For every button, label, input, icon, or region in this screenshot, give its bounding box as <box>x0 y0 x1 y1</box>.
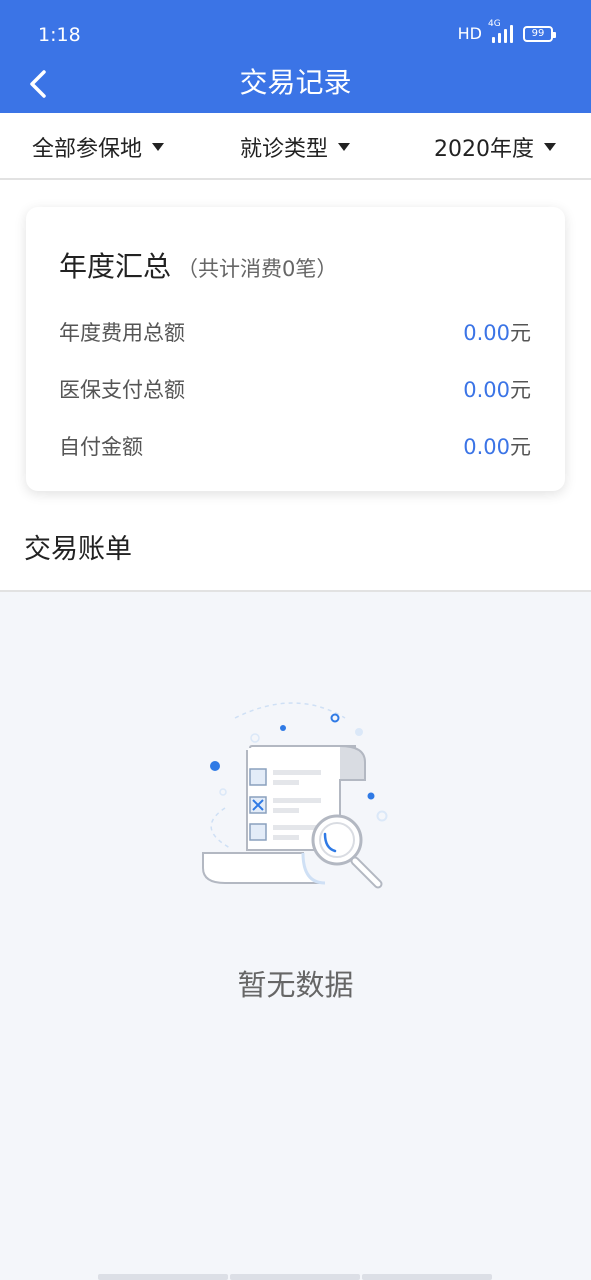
battery-icon: 99 <box>523 25 556 42</box>
empty-state-text: 暂无数据 <box>237 968 354 1002</box>
unit: 元 <box>510 378 531 402</box>
bills-section-title: 交易账单 <box>24 534 132 565</box>
amount: 0.00 <box>463 435 510 459</box>
row-label: 医保支付总额 <box>59 378 185 402</box>
filter-year[interactable]: 2020年度 <box>434 131 556 163</box>
status-bar: 1:18 HD 4G 99 <box>0 0 591 64</box>
signal-icon: 4G <box>488 19 513 43</box>
row-label: 自付金额 <box>59 435 143 459</box>
row-value: 0.00元 <box>463 317 531 347</box>
bottom-handle <box>230 1274 360 1280</box>
summary-row-total-cost: 年度费用总额 0.00元 <box>59 317 531 347</box>
caret-down-icon <box>338 143 351 151</box>
row-value: 0.00元 <box>463 431 531 461</box>
amount: 0.00 <box>463 378 510 402</box>
row-value: 0.00元 <box>463 374 531 404</box>
status-time: 1:18 <box>38 24 81 46</box>
summary-row-insurance-paid: 医保支付总额 0.00元 <box>59 374 531 404</box>
summary-subtitle: （共计消费0笔） <box>177 257 338 281</box>
battery-level: 99 <box>531 28 545 39</box>
filter-label: 就诊类型 <box>240 137 329 162</box>
filter-label: 2020年度 <box>434 137 534 162</box>
status-indicators: HD 4G 99 <box>457 19 556 43</box>
summary-row-self-paid: 自付金额 0.00元 <box>59 431 531 461</box>
caret-down-icon <box>544 143 556 151</box>
page-title: 交易记录 <box>239 66 352 99</box>
hd-indicator: HD <box>457 24 482 43</box>
amount: 0.00 <box>463 321 510 345</box>
summary-title: 年度汇总 <box>59 250 172 283</box>
summary-header: 年度汇总 （共计消费0笔） <box>59 245 337 285</box>
filter-bar: 全部参保地 就诊类型 2020年度 <box>0 113 591 180</box>
annual-summary-card: 年度汇总 （共计消费0笔） 年度费用总额 0.00元 医保支付总额 0.00元 … <box>26 207 565 491</box>
empty-state <box>0 592 591 1280</box>
bottom-handle <box>362 1274 492 1280</box>
empty-document-illustration <box>202 702 388 889</box>
network-type: 4G <box>488 18 501 29</box>
row-label: 年度费用总额 <box>59 321 185 345</box>
app-bar: 1:18 HD 4G 99 交易记录 <box>0 0 591 113</box>
filter-insured-location[interactable]: 全部参保地 <box>32 131 165 163</box>
bottom-handle <box>98 1274 228 1280</box>
caret-down-icon <box>152 143 165 151</box>
unit: 元 <box>510 321 531 345</box>
filter-visit-type[interactable]: 就诊类型 <box>240 131 351 163</box>
filter-label: 全部参保地 <box>32 137 143 162</box>
unit: 元 <box>510 435 531 459</box>
